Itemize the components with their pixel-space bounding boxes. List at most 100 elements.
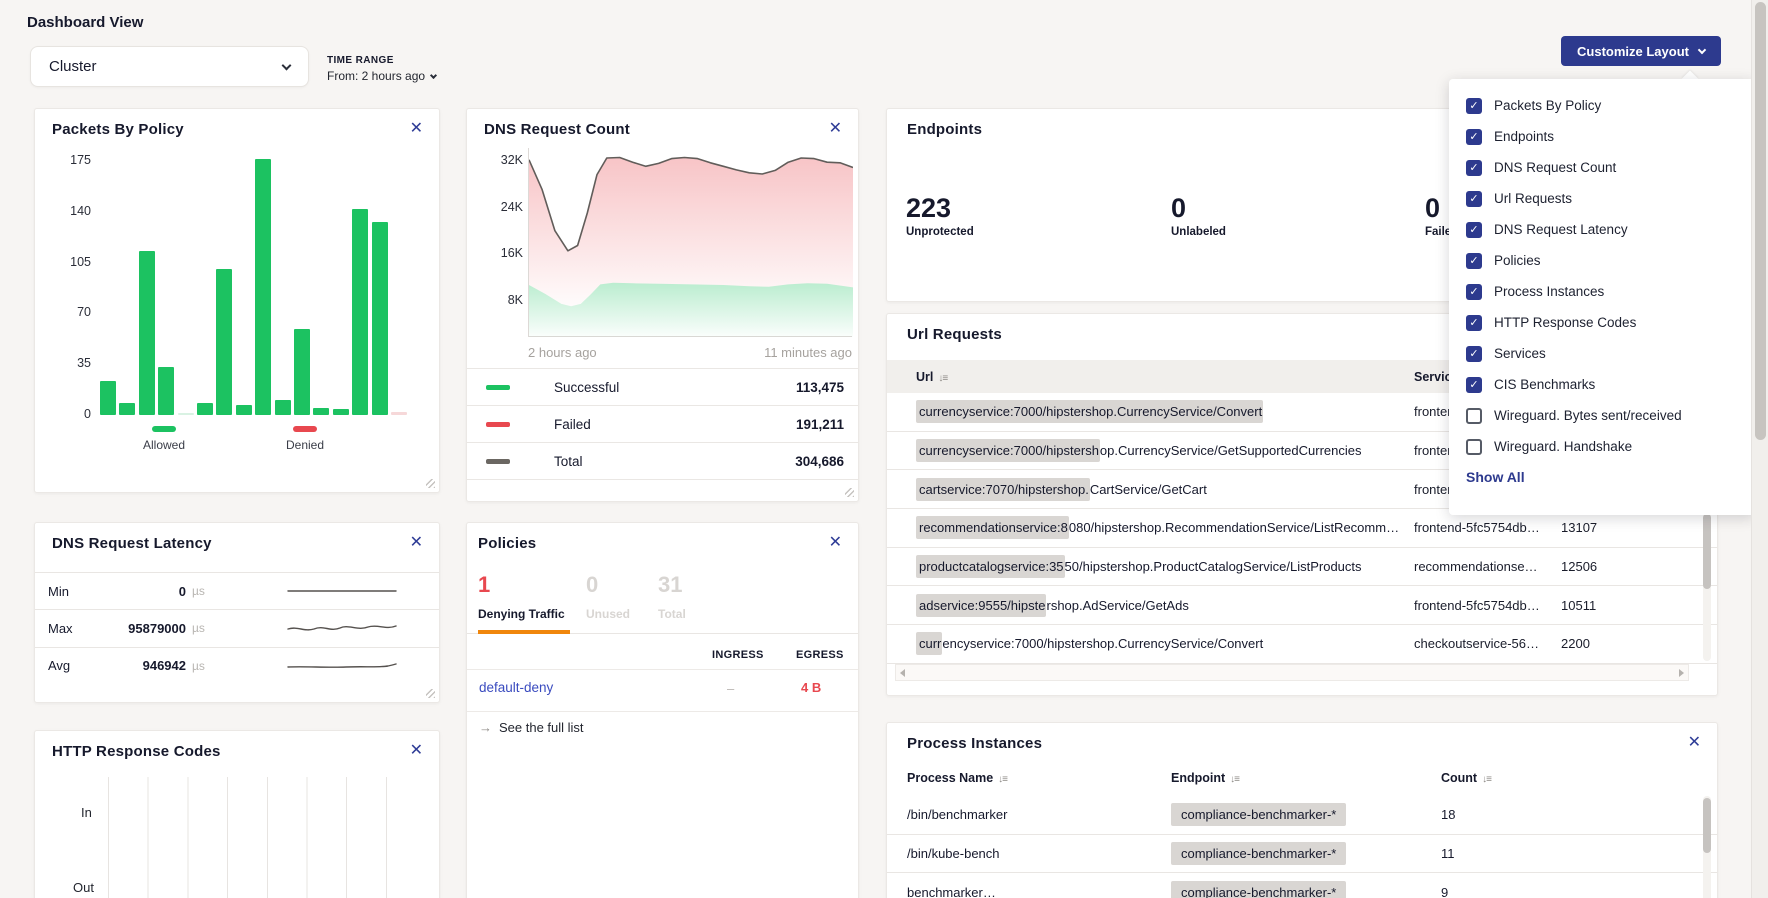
checkbox-unchecked-icon[interactable]: [1466, 408, 1482, 424]
legend-label: Successful: [554, 380, 619, 395]
column-header-process-name[interactable]: Process Name↓≡: [907, 771, 1007, 785]
policy-ingress-value: –: [727, 681, 734, 696]
bar-denied: [391, 412, 407, 415]
menu-item[interactable]: ✓Endpoints: [1466, 121, 1755, 152]
chevron-down-icon: [1698, 45, 1706, 53]
bar-allowed: [275, 400, 291, 415]
sort-icon: ↓≡: [1482, 774, 1491, 785]
table-horizontal-scrollbar[interactable]: [895, 664, 1689, 681]
close-icon[interactable]: ✕: [1688, 735, 1701, 751]
endpoint-chip: compliance-benchmarker-*: [1171, 842, 1346, 865]
menu-item[interactable]: Wireguard. Bytes sent/received: [1466, 400, 1755, 431]
checkbox-checked-icon[interactable]: ✓: [1466, 315, 1482, 331]
url-highlight: currencyservice:7000/hipstersh: [916, 439, 1100, 462]
menu-item[interactable]: ✓ Services: [1466, 338, 1755, 369]
column-header-ingress: INGRESS: [712, 649, 764, 661]
menu-item-label: Services: [1494, 346, 1546, 361]
menu-item[interactable]: ✓DNS Request Latency: [1466, 214, 1755, 245]
column-header-url[interactable]: Url↓≡: [916, 370, 947, 384]
time-range-value[interactable]: From: 2 hours ago: [327, 69, 436, 83]
show-all-link[interactable]: Show All: [1466, 469, 1755, 485]
menu-item[interactable]: ✓Packets By Policy: [1466, 90, 1755, 121]
url-rest: 080/hipstershop.RecommendationService/Li…: [1069, 520, 1399, 535]
y-tick-label: 175: [70, 153, 91, 167]
legend-value: 191,211: [796, 417, 844, 432]
policies-card: Policies ✕ 1Denying Traffic0Unused31Tota…: [466, 522, 859, 898]
table-header: Process Name↓≡ Endpoint↓≡ Count↓≡: [887, 771, 1717, 796]
resize-handle-icon[interactable]: [426, 689, 435, 698]
legend-label: Total: [554, 454, 583, 469]
see-full-list-link[interactable]: →See the full list: [479, 720, 584, 735]
tab-value: 0: [586, 573, 630, 597]
table-row: currencyservice:7000/hipstershop.Currenc…: [887, 625, 1717, 664]
checkbox-checked-icon[interactable]: ✓: [1466, 253, 1482, 269]
close-icon[interactable]: ✕: [410, 535, 423, 551]
checkbox-unchecked-icon[interactable]: [1466, 439, 1482, 455]
card-title: Url Requests: [907, 326, 1002, 343]
checkbox-checked-icon[interactable]: ✓: [1466, 129, 1482, 145]
menu-item[interactable]: ✓Process Instances: [1466, 276, 1755, 307]
latency-value: 0: [179, 584, 186, 599]
legend-value: 304,686: [795, 454, 844, 469]
menu-item[interactable]: ✓DNS Request Count: [1466, 152, 1755, 183]
policies-tab-total[interactable]: 31Total: [658, 573, 686, 621]
policy-link[interactable]: default-deny: [479, 680, 553, 695]
menu-item-label: Policies: [1494, 253, 1541, 268]
latency-label: Avg: [48, 658, 118, 673]
checkbox-checked-icon[interactable]: ✓: [1466, 222, 1482, 238]
column-header-count[interactable]: Count↓≡: [1441, 771, 1491, 785]
scroll-right-icon[interactable]: [1679, 669, 1684, 677]
menu-item[interactable]: ✓CIS Benchmarks: [1466, 369, 1755, 400]
menu-item-label: Wireguard. Handshake: [1494, 439, 1632, 454]
menu-item-label: HTTP Response Codes: [1494, 315, 1636, 330]
menu-item[interactable]: Wireguard. Handshake: [1466, 431, 1755, 462]
page-scrollbar[interactable]: [1751, 0, 1768, 898]
close-icon[interactable]: ✕: [829, 535, 842, 551]
scrollbar-thumb[interactable]: [1755, 2, 1766, 440]
scrollbar-thumb[interactable]: [1703, 798, 1711, 853]
bar-allowed: [197, 403, 213, 415]
legend-swatch: [486, 385, 510, 390]
heatmap-grid: [108, 777, 398, 898]
scrollbar-thumb[interactable]: [1703, 514, 1711, 589]
close-icon[interactable]: ✕: [410, 121, 423, 137]
menu-item[interactable]: ✓ HTTP Response Codes: [1466, 307, 1755, 338]
checkbox-checked-icon[interactable]: ✓: [1466, 98, 1482, 114]
checkbox-checked-icon[interactable]: ✓: [1466, 346, 1482, 362]
bar-allowed: [294, 329, 310, 415]
menu-item[interactable]: ✓ Policies: [1466, 245, 1755, 276]
tab-label: Unused: [586, 607, 630, 621]
close-icon[interactable]: ✕: [829, 121, 842, 137]
stat-value: 0: [1171, 193, 1226, 223]
arrow-right-icon: →: [479, 720, 492, 735]
policies-tab-denying-traffic[interactable]: 1Denying Traffic: [478, 573, 565, 621]
bar-allowed: [119, 403, 135, 415]
column-header-endpoint[interactable]: Endpoint↓≡: [1171, 771, 1239, 785]
customize-layout-menu: ✓Packets By Policy✓Endpoints✓DNS Request…: [1449, 79, 1755, 515]
y-tick-label: 0: [84, 407, 91, 421]
checkbox-checked-icon[interactable]: ✓: [1466, 284, 1482, 300]
close-icon[interactable]: ✕: [410, 743, 423, 759]
customize-layout-button[interactable]: Customize Layout: [1561, 36, 1721, 66]
url-cell: cartservice:7070/hipstershop.CartService…: [916, 470, 1207, 508]
sparkline: [286, 620, 398, 636]
checkbox-checked-icon[interactable]: ✓: [1466, 377, 1482, 393]
scroll-left-icon[interactable]: [900, 669, 905, 677]
table-vertical-scrollbar[interactable]: [1703, 796, 1711, 898]
time-range-label: TIME RANGE: [327, 55, 436, 66]
legend-label: Denied: [270, 438, 340, 452]
resize-handle-icon[interactable]: [426, 479, 435, 488]
process-name-cell: /bin/benchmarker: [907, 796, 1007, 834]
packets-by-policy-card: Packets By Policy ✕ 17514010570350 Allow…: [34, 108, 440, 493]
view-select[interactable]: Cluster: [30, 46, 309, 87]
resize-handle-icon[interactable]: [845, 488, 854, 497]
table-row: /bin/benchmarkercompliance-benchmarker-*…: [887, 796, 1717, 835]
latency-unit: µs: [192, 659, 205, 673]
legend-swatch: [293, 426, 317, 432]
checkbox-checked-icon[interactable]: ✓: [1466, 191, 1482, 207]
legend-row-successful: Successful113,475: [467, 369, 858, 406]
checkbox-checked-icon[interactable]: ✓: [1466, 160, 1482, 176]
menu-item[interactable]: ✓Url Requests: [1466, 183, 1755, 214]
policies-tab-unused[interactable]: 0 Unused: [586, 573, 630, 621]
chevron-down-icon: [282, 60, 292, 70]
